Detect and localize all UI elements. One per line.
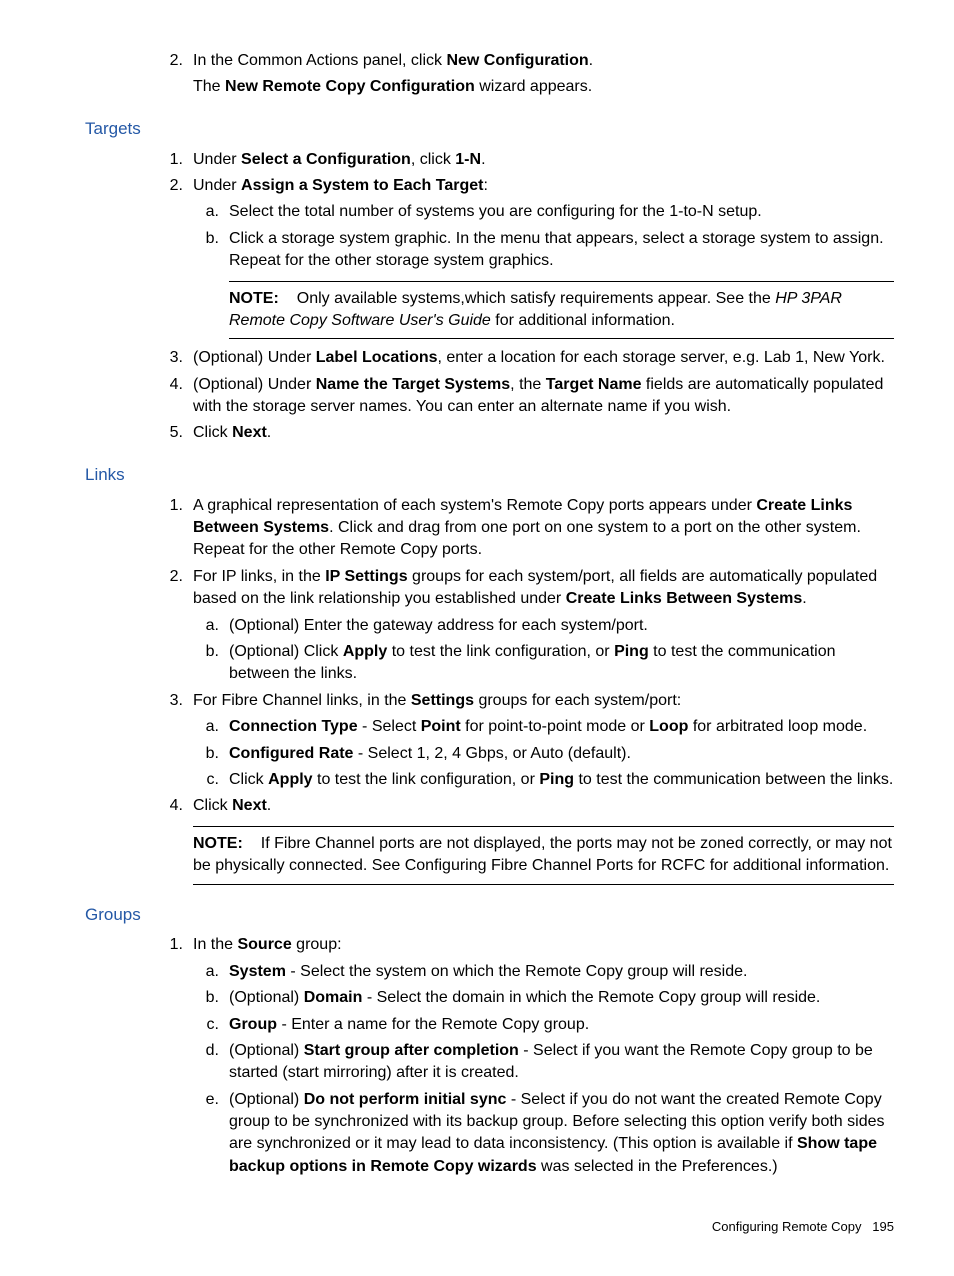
text-line2: The New Remote Copy Configuration wizard… <box>193 76 894 98</box>
links-step-4: 4. Click Next. NOTE:If Fibre Channel por… <box>153 795 894 884</box>
links-step-1: 1. A graphical representation of each sy… <box>153 495 894 562</box>
text: (Optional) Enter the gateway address for… <box>229 617 648 634</box>
text: Configured Rate - Select 1, 2, 4 Gbps, o… <box>229 745 631 762</box>
marker: 4. <box>153 374 183 396</box>
targets-list: 1. Under Select a Configuration, click 1… <box>153 149 894 445</box>
sub-a: a. Select the total number of systems you… <box>193 201 894 223</box>
text: System - Select the system on which the … <box>229 963 747 980</box>
marker: 1. <box>153 495 183 517</box>
text: Click a storage system graphic. In the m… <box>229 230 884 269</box>
text: Under Select a Configuration, click 1-N. <box>193 151 486 168</box>
sub-e: e. (Optional) Do not perform initial sync… <box>193 1089 894 1179</box>
note-box: NOTE:If Fibre Channel ports are not disp… <box>193 826 894 885</box>
marker: 5. <box>153 422 183 444</box>
groups-step-1-sub: a. System - Select the system on which th… <box>193 961 894 1179</box>
sub-b: b. Configured Rate - Select 1, 2, 4 Gbps,… <box>193 743 894 765</box>
text: (Optional) Click Apply to test the link … <box>229 643 836 682</box>
marker: a. <box>193 201 219 223</box>
links-step-3-sub: a. Connection Type - Select Point for poi… <box>193 716 894 791</box>
note-label: NOTE: <box>229 290 279 307</box>
sub-c: c. Click Apply to test the link configura… <box>193 769 894 791</box>
marker: c. <box>193 1014 219 1036</box>
sub-a: a. Connection Type - Select Point for poi… <box>193 716 894 738</box>
text: For Fibre Channel links, in the Settings… <box>193 692 681 709</box>
marker: 1. <box>153 934 183 956</box>
targets-step-3: 3. (Optional) Under Label Locations, ent… <box>153 347 894 369</box>
page-footer: Configuring Remote Copy 195 <box>85 1218 894 1236</box>
text: Group - Enter a name for the Remote Copy… <box>229 1016 589 1033</box>
text: Click Next. <box>193 797 271 814</box>
links-step-2-sub: a. (Optional) Enter the gateway address f… <box>193 615 894 686</box>
text: In the Common Actions panel, click New C… <box>193 52 593 69</box>
text: For IP links, in the IP Settings groups … <box>193 568 877 607</box>
footer-title: Configuring Remote Copy <box>712 1219 862 1234</box>
sub-a: a. (Optional) Enter the gateway address f… <box>193 615 894 637</box>
sub-c: c. Group - Enter a name for the Remote Co… <box>193 1014 894 1036</box>
text: Connection Type - Select Point for point… <box>229 718 867 735</box>
targets-step-2-sub: a. Select the total number of systems you… <box>193 201 894 339</box>
marker: 1. <box>153 149 183 171</box>
marker: 3. <box>153 347 183 369</box>
marker: b. <box>193 641 219 663</box>
text: Under Assign a System to Each Target: <box>193 177 488 194</box>
page-number: 195 <box>872 1219 894 1234</box>
sub-b: b. Click a storage system graphic. In the… <box>193 228 894 340</box>
text: (Optional) Domain - Select the domain in… <box>229 989 820 1006</box>
marker: a. <box>193 716 219 738</box>
targets-step-4: 4. (Optional) Under Name the Target Syst… <box>153 374 894 419</box>
marker: 3. <box>153 690 183 712</box>
note-text: Only available systems,which satisfy req… <box>229 290 842 329</box>
marker: e. <box>193 1089 219 1111</box>
note-box: NOTE:Only available systems,which satisf… <box>229 281 894 340</box>
sub-d: d. (Optional) Start group after completio… <box>193 1040 894 1085</box>
targets-step-2: 2. Under Assign a System to Each Target:… <box>153 175 894 339</box>
text: In the Source group: <box>193 936 342 953</box>
text: (Optional) Do not perform initial sync -… <box>229 1091 884 1175</box>
sub-b: b. (Optional) Click Apply to test the lin… <box>193 641 894 686</box>
marker: a. <box>193 961 219 983</box>
marker: c. <box>193 769 219 791</box>
marker: b. <box>193 228 219 250</box>
marker: 2. <box>153 175 183 197</box>
marker: a. <box>193 615 219 637</box>
intro-step-2: 2. In the Common Actions panel, click Ne… <box>153 50 894 99</box>
links-list: 1. A graphical representation of each sy… <box>153 495 894 885</box>
sub-b: b. (Optional) Domain - Select the domain … <box>193 987 894 1009</box>
links-step-3: 3. For Fibre Channel links, in the Setti… <box>153 690 894 792</box>
sub-a: a. System - Select the system on which th… <box>193 961 894 983</box>
marker: 4. <box>153 795 183 817</box>
intro-list: 2. In the Common Actions panel, click Ne… <box>153 50 894 99</box>
note-label: NOTE: <box>193 835 243 852</box>
targets-step-5: 5. Click Next. <box>153 422 894 444</box>
heading-links: Links <box>85 463 894 487</box>
targets-step-1: 1. Under Select a Configuration, click 1… <box>153 149 894 171</box>
marker: 2. <box>153 566 183 588</box>
links-step-2: 2. For IP links, in the IP Settings grou… <box>153 566 894 686</box>
marker: 2. <box>153 50 183 72</box>
marker: d. <box>193 1040 219 1062</box>
text: Select the total number of systems you a… <box>229 203 762 220</box>
groups-list: 1. In the Source group: a. System - Selec… <box>153 934 894 1178</box>
text: (Optional) Under Name the Target Systems… <box>193 376 883 415</box>
text: Click Next. <box>193 424 271 441</box>
text: (Optional) Under Label Locations, enter … <box>193 349 885 366</box>
marker: b. <box>193 743 219 765</box>
groups-step-1: 1. In the Source group: a. System - Selec… <box>153 934 894 1178</box>
heading-targets: Targets <box>85 117 894 141</box>
marker: b. <box>193 987 219 1009</box>
text: Click Apply to test the link configurati… <box>229 771 893 788</box>
text: A graphical representation of each syste… <box>193 497 861 559</box>
note-text: If Fibre Channel ports are not displayed… <box>193 835 892 874</box>
heading-groups: Groups <box>85 903 894 927</box>
text: (Optional) Start group after completion … <box>229 1042 873 1081</box>
